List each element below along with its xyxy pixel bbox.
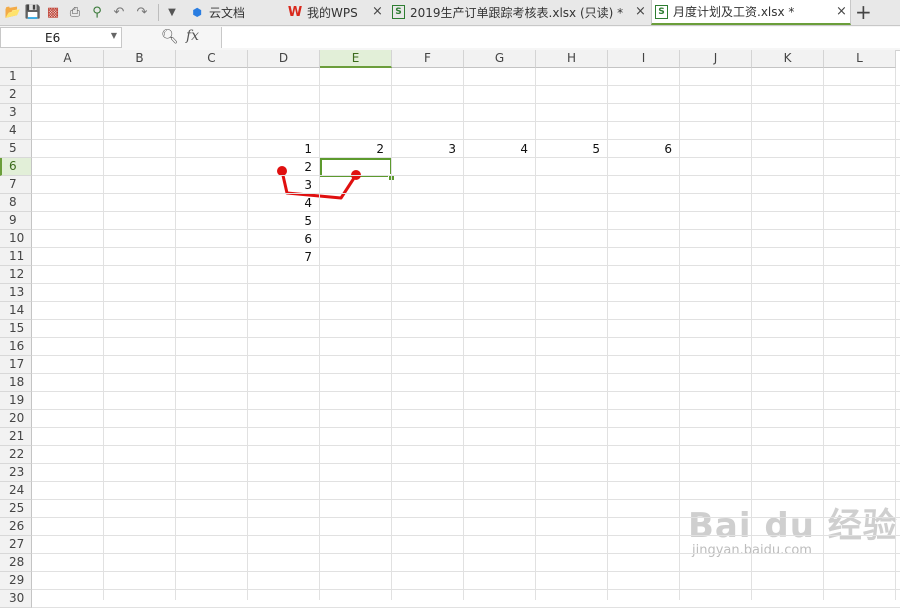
- grid-line: [32, 373, 900, 374]
- cell-d10[interactable]: 6: [248, 230, 316, 248]
- grid-line: [32, 337, 900, 338]
- row-header-12[interactable]: 12: [0, 266, 32, 284]
- column-header-d[interactable]: D: [248, 50, 320, 68]
- grid-line: [32, 427, 900, 428]
- column-header-g[interactable]: G: [464, 50, 536, 68]
- cell-e5[interactable]: 2: [320, 140, 388, 158]
- column-header-b[interactable]: B: [104, 50, 176, 68]
- grid-line: [823, 68, 824, 600]
- grid-line: [32, 553, 900, 554]
- grid-line: [32, 265, 900, 266]
- row-header-29[interactable]: 29: [0, 572, 32, 590]
- column-header-i[interactable]: I: [608, 50, 680, 68]
- row-header-22[interactable]: 22: [0, 446, 32, 464]
- column-header-c[interactable]: C: [176, 50, 248, 68]
- column-header-j[interactable]: J: [680, 50, 752, 68]
- cell-d5[interactable]: 1: [248, 140, 316, 158]
- row-header-28[interactable]: 28: [0, 554, 32, 572]
- row-header-25[interactable]: 25: [0, 500, 32, 518]
- column-header-k[interactable]: K: [752, 50, 824, 68]
- column-header-e[interactable]: E: [320, 50, 392, 68]
- row-header-3[interactable]: 3: [0, 104, 32, 122]
- grid-line: [32, 103, 900, 104]
- cell-d11[interactable]: 7: [248, 248, 316, 266]
- grid-line: [32, 589, 900, 590]
- row-header-10[interactable]: 10: [0, 230, 32, 248]
- grid-line: [32, 319, 900, 320]
- cell-d6[interactable]: 2: [248, 158, 316, 176]
- row-header-26[interactable]: 26: [0, 518, 32, 536]
- grid-line: [32, 247, 900, 248]
- row-header-5[interactable]: 5: [0, 140, 32, 158]
- cell-d8[interactable]: 4: [248, 194, 316, 212]
- row-header-9[interactable]: 9: [0, 212, 32, 230]
- row-header-19[interactable]: 19: [0, 392, 32, 410]
- cell-h5[interactable]: 5: [536, 140, 604, 158]
- row-header-23[interactable]: 23: [0, 464, 32, 482]
- cell-d9[interactable]: 5: [248, 212, 316, 230]
- row-header-14[interactable]: 14: [0, 302, 32, 320]
- row-header-11[interactable]: 11: [0, 248, 32, 266]
- grid-line: [32, 463, 900, 464]
- row-header-17[interactable]: 17: [0, 356, 32, 374]
- grid-line: [895, 68, 896, 600]
- row-header-7[interactable]: 7: [0, 176, 32, 194]
- cell-f5[interactable]: 3: [392, 140, 460, 158]
- column-header-f[interactable]: F: [392, 50, 464, 68]
- row-header-16[interactable]: 16: [0, 338, 32, 356]
- row-header-30[interactable]: 30: [0, 590, 32, 608]
- grid-line: [32, 229, 900, 230]
- row-header-24[interactable]: 24: [0, 482, 32, 500]
- row-header-8[interactable]: 8: [0, 194, 32, 212]
- grid-line: [32, 193, 900, 194]
- row-header-4[interactable]: 4: [0, 122, 32, 140]
- cell-i5[interactable]: 6: [608, 140, 676, 158]
- grid-line: [32, 535, 900, 536]
- grid-line: [32, 391, 900, 392]
- grid-line: [103, 68, 104, 600]
- cell-d7[interactable]: 3: [248, 176, 316, 194]
- row-header-15[interactable]: 15: [0, 320, 32, 338]
- grid-line: [32, 175, 900, 176]
- grid-line: [32, 355, 900, 356]
- row-header-18[interactable]: 18: [0, 374, 32, 392]
- row-header-21[interactable]: 21: [0, 428, 32, 446]
- baidu-jingyan-watermark: Bai du 经验 jingyan.baidu.com: [688, 498, 898, 558]
- row-header-6[interactable]: 6: [0, 158, 32, 176]
- watermark-brand: Bai du 经验: [688, 506, 898, 546]
- grid-line: [175, 68, 176, 600]
- grid-line: [32, 445, 900, 446]
- cell-g5[interactable]: 4: [464, 140, 532, 158]
- row-header-20[interactable]: 20: [0, 410, 32, 428]
- grid-line: [32, 409, 900, 410]
- grid-line: [32, 211, 900, 212]
- row-header-1[interactable]: 1: [0, 68, 32, 86]
- column-header-h[interactable]: H: [536, 50, 608, 68]
- grid-line: [751, 68, 752, 600]
- row-header-2[interactable]: 2: [0, 86, 32, 104]
- row-header-27[interactable]: 27: [0, 536, 32, 554]
- column-header-l[interactable]: L: [824, 50, 896, 68]
- grid-line: [32, 85, 900, 86]
- grid-line: [32, 301, 900, 302]
- grid-line: [32, 121, 900, 122]
- column-header-a[interactable]: A: [32, 50, 104, 68]
- grid-line: [32, 571, 900, 572]
- grid-line: [679, 68, 680, 600]
- grid-line: [32, 517, 900, 518]
- grid-line: [32, 481, 900, 482]
- row-header-13[interactable]: 13: [0, 284, 32, 302]
- grid-line: [32, 283, 900, 284]
- grid-line: [32, 499, 900, 500]
